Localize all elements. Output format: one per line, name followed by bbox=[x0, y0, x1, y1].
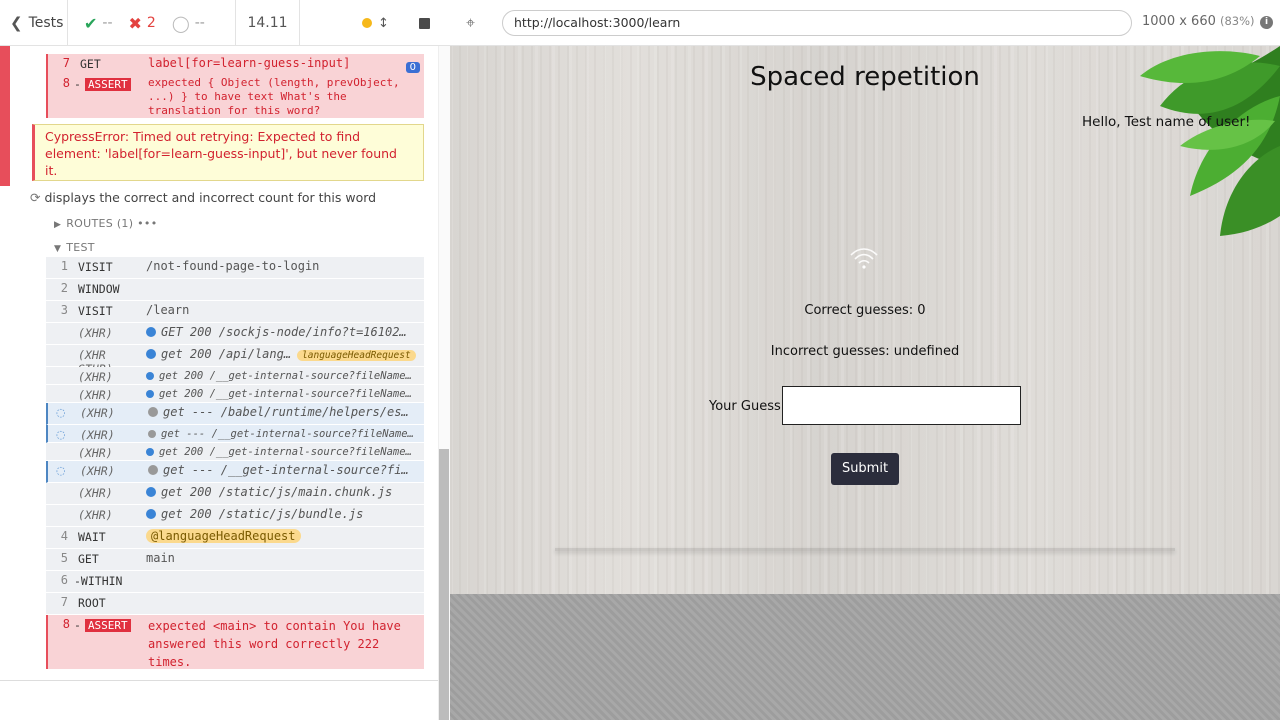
command-row-failed-assert[interactable]: 8 - ASSERT expected { Object (length, pre… bbox=[46, 74, 424, 118]
viewport-background bbox=[450, 594, 1280, 720]
alias-badge: @languageHeadRequest bbox=[146, 529, 301, 543]
status-dot-icon bbox=[146, 349, 156, 359]
command-row[interactable]: 2 WINDOW bbox=[46, 279, 424, 301]
failed-stat: ✖ 2 bbox=[128, 13, 156, 33]
url-field[interactable]: http://localhost:3000/learn bbox=[502, 10, 1132, 36]
error-message: CypressError: Timed out retrying: Expect… bbox=[32, 124, 424, 181]
command-row[interactable]: 7 ROOT bbox=[46, 593, 424, 615]
status-dot-icon bbox=[148, 407, 158, 417]
status-dot-icon bbox=[146, 487, 156, 497]
command-row[interactable]: 6 -WITHIN bbox=[46, 571, 424, 593]
passed-stat: ✔ -- bbox=[84, 13, 113, 33]
x-icon: ✖ bbox=[128, 13, 142, 33]
command-row-failed-assert[interactable]: 8 - ASSERT expected <main> to contain You… bbox=[46, 615, 424, 669]
xhr-row-pending[interactable]: ◌ (XHR) get --- /babel/runtime/helpers/es… bbox=[46, 403, 424, 425]
incorrect-count: Incorrect guesses: undefined bbox=[770, 344, 960, 359]
command-row[interactable]: 5 GET main bbox=[46, 549, 424, 571]
chevron-left-icon: ❮ bbox=[10, 14, 23, 32]
reporter-footer bbox=[0, 680, 438, 720]
status-dot-icon bbox=[146, 327, 156, 337]
wifi-icon bbox=[850, 248, 878, 269]
reporter-header: ❮ Tests ✔ -- ✖ 2 ◯ -- 14.11 ↕ bbox=[0, 0, 450, 46]
crosshair-icon[interactable]: ⌖ bbox=[466, 13, 475, 33]
command-row[interactable]: 3 VISIT/learn bbox=[46, 301, 424, 323]
failed-test-indicator bbox=[0, 46, 10, 186]
back-label: Tests bbox=[28, 15, 64, 31]
arrows-vertical-icon[interactable]: ↕ bbox=[378, 16, 389, 31]
aut-header: ⌖ http://localhost:3000/learn 1000 x 660… bbox=[450, 0, 1280, 46]
user-greeting: Hello, Test name of user! bbox=[1082, 114, 1251, 130]
stop-icon[interactable] bbox=[418, 17, 430, 29]
duration: 14.11 bbox=[236, 0, 300, 46]
test-title[interactable]: ⟳ displays the correct and incorrect coun… bbox=[30, 190, 376, 205]
viewport-size[interactable]: 1000 x 660 (83%) bbox=[1142, 14, 1255, 29]
refresh-icon: ⟳ bbox=[30, 190, 41, 205]
app-under-test: ⌖ http://localhost:3000/learn 1000 x 660… bbox=[450, 0, 1280, 720]
spinner-icon: ◌ bbox=[56, 406, 66, 419]
page-title: Spaced repetition bbox=[750, 62, 980, 92]
xhr-row-pending[interactable]: ◌ (XHR) get --- /__get-internal-source?fi… bbox=[46, 425, 424, 443]
command-row[interactable]: 7 GET label[for=learn-guess-input] 0 bbox=[46, 54, 424, 74]
spinner-icon: ◌ bbox=[56, 464, 66, 477]
guess-input[interactable] bbox=[782, 386, 1021, 425]
routes-toggle[interactable]: ▶ ROUTES (1) ••• bbox=[54, 217, 158, 230]
auto-scroll-status-icon[interactable] bbox=[362, 18, 372, 28]
command-row[interactable]: 4 WAIT @languageHeadRequest bbox=[46, 527, 424, 549]
guess-label: Your Guess: bbox=[709, 399, 786, 414]
correct-count: Correct guesses: 0 bbox=[804, 303, 926, 318]
spinner-icon: ◌ bbox=[56, 428, 66, 441]
xhr-row-pending[interactable]: ◌ (XHR) get --- /__get-internal-source?fi… bbox=[46, 461, 424, 483]
status-dot-icon bbox=[146, 390, 154, 398]
scrollbar-thumb[interactable] bbox=[439, 449, 449, 720]
caret-right-icon: ▶ bbox=[54, 220, 62, 230]
pending-stat: ◯ -- bbox=[171, 13, 205, 33]
status-dot-icon bbox=[146, 448, 154, 456]
cypress-reporter: ❮ Tests ✔ -- ✖ 2 ◯ -- 14.11 ↕ 7 GET label[f… bbox=[0, 0, 450, 720]
test-group-toggle[interactable]: ▼ TEST bbox=[54, 241, 95, 254]
alias-badge: languageHeadRequest bbox=[297, 350, 416, 361]
check-icon: ✔ bbox=[84, 13, 98, 33]
status-dot-icon bbox=[148, 430, 156, 438]
caret-down-icon: ▼ bbox=[54, 244, 62, 254]
command-log: 7 GET label[for=learn-guess-input] 0 8 -… bbox=[0, 46, 438, 680]
xhr-row[interactable]: (XHR) get 200 /static/js/bundle.js bbox=[46, 505, 424, 527]
status-dot-icon bbox=[148, 465, 158, 475]
element-count-badge: 0 bbox=[405, 62, 420, 73]
xhr-row[interactable]: (XHR) get 200 /__get-internal-source?file… bbox=[46, 443, 424, 461]
xhr-row[interactable]: (XHR) get 200 /static/js/main.chunk.js bbox=[46, 483, 424, 505]
run-controls: ↕ bbox=[300, 0, 450, 46]
xhr-stub-row[interactable]: (XHR STUB)get 200 /api/lang…languageHead… bbox=[46, 345, 424, 376]
back-to-tests-button[interactable]: ❮ Tests bbox=[0, 0, 68, 46]
xhr-row[interactable]: (XHR) get 200 /__get-internal-source?file… bbox=[46, 367, 424, 385]
app-iframe: Spaced repetition Hello, Test name of us… bbox=[450, 46, 1280, 594]
submit-button[interactable]: Submit bbox=[831, 453, 899, 485]
status-dot-icon bbox=[146, 372, 154, 380]
status-dot-icon bbox=[146, 509, 156, 519]
command-row[interactable]: 1 VISIT/not-found-page-to-login bbox=[46, 257, 424, 279]
test-stats: ✔ -- ✖ 2 ◯ -- bbox=[68, 0, 236, 46]
circle-notch-icon: ◯ bbox=[171, 13, 190, 33]
card-bottom-edge bbox=[555, 548, 1175, 551]
info-icon[interactable]: i bbox=[1260, 16, 1273, 29]
xhr-row[interactable]: (XHR) GET 200 /sockjs-node/info?t=16102… bbox=[46, 323, 424, 345]
xhr-row[interactable]: (XHR) get 200 /__get-internal-source?file… bbox=[46, 385, 424, 403]
